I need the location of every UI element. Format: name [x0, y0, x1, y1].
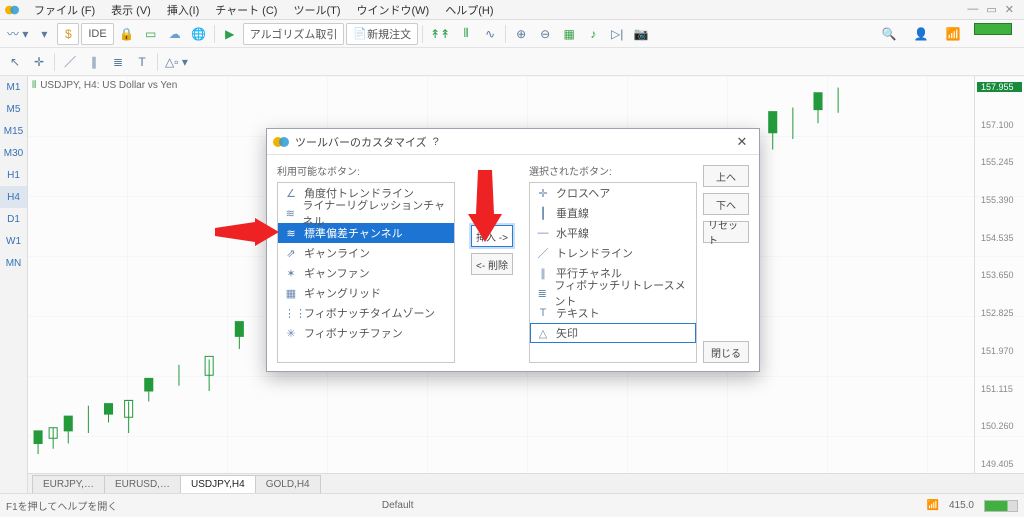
close-button[interactable]: 閉じる: [703, 341, 749, 363]
list-item[interactable]: ≣フィボナッチリトレースメント: [530, 283, 696, 303]
list-item[interactable]: ⇗ ギャンライン: [278, 243, 454, 263]
customize-toolbar-dialog: ツールバーのカスタマイズ ? ✕ 利用可能なボタン: ∠角度付トレンドライン≋ラ…: [266, 128, 760, 372]
dialog-close-icon[interactable]: ✕: [731, 134, 753, 150]
list-item[interactable]: ／ トレンドライン: [530, 243, 696, 263]
list-item[interactable]: ▦ ギャングリッド: [278, 283, 454, 303]
tool-icon: ／: [536, 245, 550, 261]
list-item[interactable]: ┃ 垂直線: [530, 203, 696, 223]
list-item-label: ギャンファン: [304, 265, 370, 281]
list-item[interactable]: ≋ライナーリグレッションチャネル: [278, 203, 454, 223]
tool-icon: ∥: [536, 267, 550, 280]
available-list[interactable]: ∠角度付トレンドライン≋ライナーリグレッションチャネル≋標準偏差チャンネル⇗ギャ…: [277, 182, 455, 363]
list-item[interactable]: ✳ フィボナッチファン: [278, 323, 454, 343]
list-item-label: トレンドライン: [556, 245, 633, 261]
list-item-label: 垂直線: [556, 205, 589, 221]
remove-button[interactable]: <- 削除: [471, 253, 513, 275]
dialog-titlebar[interactable]: ツールバーのカスタマイズ ? ✕: [267, 129, 759, 155]
selected-label: 選択されたボタン:: [529, 163, 697, 178]
tool-icon: ∠: [284, 187, 298, 200]
tool-icon: ✳: [284, 327, 298, 340]
dialog-backdrop: ツールバーのカスタマイズ ? ✕ 利用可能なボタン: ∠角度付トレンドライン≋ラ…: [0, 0, 1024, 517]
up-button[interactable]: 上へ: [703, 165, 749, 187]
list-item[interactable]: △ 矢印: [530, 323, 696, 343]
tool-icon: △: [536, 327, 550, 340]
tool-icon: ┃: [536, 207, 550, 220]
list-item[interactable]: ⋮⋮ フィボナッチタイムゾーン: [278, 303, 454, 323]
list-item-label: 水平線: [556, 225, 589, 241]
list-item-label: ギャンライン: [304, 245, 370, 261]
list-item-label: フィボナッチタイムゾーン: [304, 305, 435, 321]
list-item-label: クロスヘア: [556, 185, 610, 201]
list-item-label: フィボナッチファン: [304, 325, 403, 341]
dialog-title: ツールバーのカスタマイズ: [295, 134, 427, 150]
list-item-label: ギャングリッド: [304, 285, 381, 301]
list-item[interactable]: ✛ クロスヘア: [530, 183, 696, 203]
list-item-label: 矢印: [556, 325, 578, 341]
list-item[interactable]: ✶ ギャンファン: [278, 263, 454, 283]
reset-button[interactable]: リセット: [703, 221, 749, 243]
list-item-label: テキスト: [556, 305, 600, 321]
tool-icon: ≋: [284, 207, 296, 220]
dialog-help-icon[interactable]: ?: [427, 136, 445, 148]
tool-icon: ⋮⋮: [284, 307, 298, 320]
tool-icon: T: [536, 307, 550, 319]
dialog-app-icon: [273, 134, 289, 150]
tool-icon: ≋: [284, 227, 298, 240]
tool-icon: ✛: [536, 187, 550, 200]
tool-icon: —: [536, 227, 550, 239]
selected-list[interactable]: ✛クロスヘア┃垂直線—水平線／トレンドライン∥平行チャネル≣フィボナッチリトレー…: [529, 182, 697, 363]
available-label: 利用可能なボタン:: [277, 163, 455, 178]
down-button[interactable]: 下へ: [703, 193, 749, 215]
tool-icon: ▦: [284, 287, 298, 300]
insert-button[interactable]: 挿入 ->: [471, 225, 513, 247]
tool-icon: ⇗: [284, 247, 298, 260]
tool-icon: ≣: [536, 287, 548, 300]
list-item[interactable]: — 水平線: [530, 223, 696, 243]
tool-icon: ✶: [284, 267, 298, 280]
list-item-label: 標準偏差チャンネル: [304, 225, 403, 241]
